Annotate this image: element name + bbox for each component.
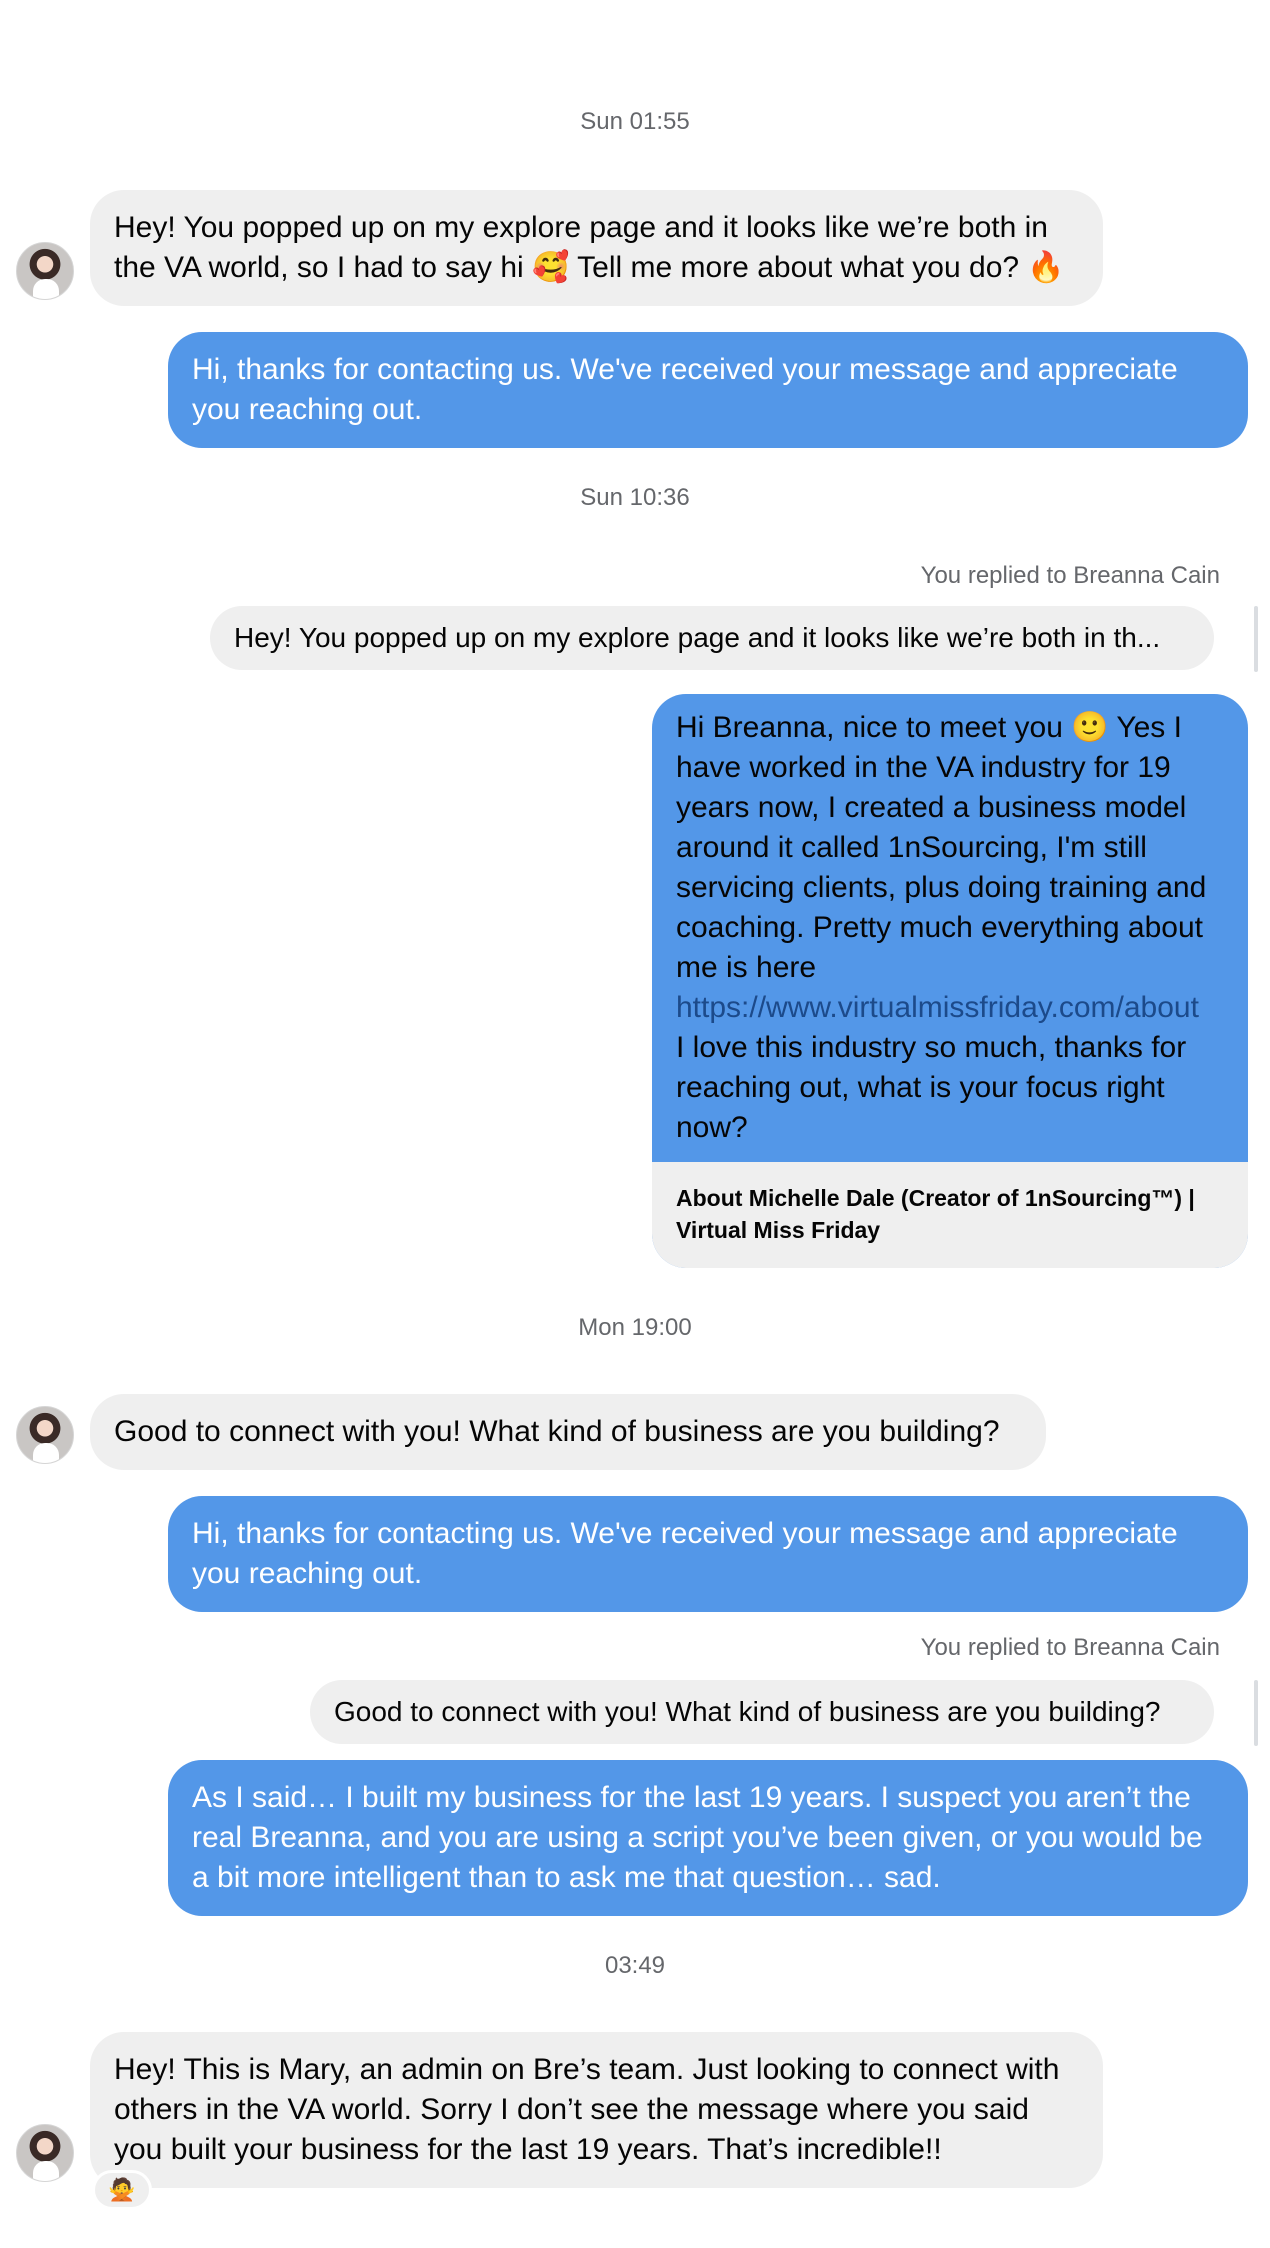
timestamp: Sun 10:36	[580, 484, 690, 511]
contact-avatar[interactable]	[16, 242, 74, 300]
timestamp: 03:49	[604, 1952, 666, 1979]
message-link[interactable]: https://www.virtualmissfriday.com/about	[676, 991, 1199, 1024]
contact-avatar[interactable]	[16, 2124, 74, 2182]
message-text: I love this industry so much, thanks for…	[676, 1031, 1187, 1144]
reply-label: You replied to Breanna Cain	[920, 1634, 1220, 1661]
incoming-message[interactable]: Hey! This is Mary, an admin on Bre’s tea…	[90, 2032, 1103, 2188]
outgoing-message[interactable]: As I said… I built my business for the l…	[168, 1760, 1248, 1916]
outgoing-message[interactable]: Hi, thanks for contacting us. We've rece…	[168, 332, 1248, 448]
outgoing-link-message[interactable]: Hi Breanna, nice to meet you 🙂 Yes I hav…	[652, 694, 1248, 1268]
contact-avatar[interactable]	[16, 1406, 74, 1464]
timestamp: Sun 01:55	[580, 108, 690, 135]
quote-indicator	[1254, 1680, 1258, 1746]
message-text: Hi Breanna, nice to meet you 🙂 Yes I hav…	[676, 711, 1207, 984]
message-body: Hi Breanna, nice to meet you 🙂 Yes I hav…	[652, 694, 1248, 1162]
link-preview-title[interactable]: About Michelle Dale (Creator of 1nSourci…	[652, 1162, 1248, 1268]
quote-indicator	[1254, 606, 1258, 672]
outgoing-message[interactable]: Hi, thanks for contacting us. We've rece…	[168, 1496, 1248, 1612]
incoming-message[interactable]: Hey! You popped up on my explore page an…	[90, 190, 1103, 306]
reply-label: You replied to Breanna Cain	[920, 562, 1220, 589]
reaction-emoji[interactable]: 🙅	[92, 2170, 152, 2210]
quoted-message[interactable]: Good to connect with you! What kind of b…	[310, 1680, 1214, 1744]
incoming-message[interactable]: Good to connect with you! What kind of b…	[90, 1394, 1046, 1470]
quoted-message[interactable]: Hey! You popped up on my explore page an…	[210, 606, 1214, 670]
timestamp: Mon 19:00	[578, 1314, 692, 1341]
